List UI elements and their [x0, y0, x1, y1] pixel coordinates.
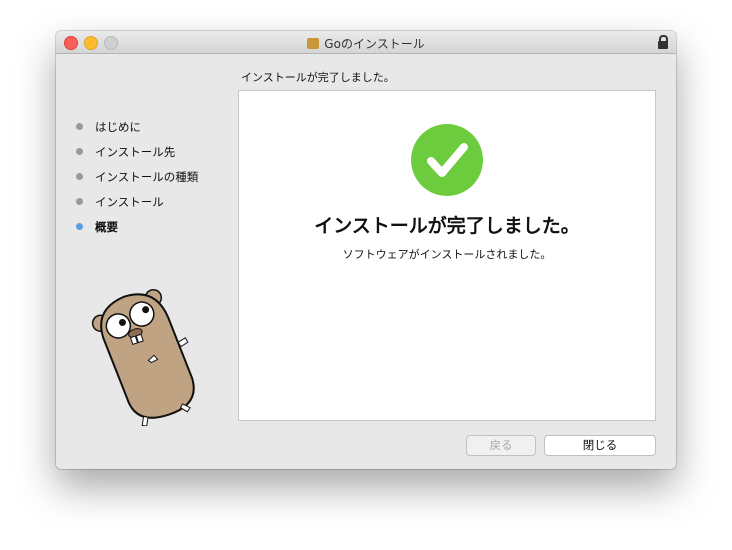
package-icon [307, 38, 320, 49]
step-label: インストール先 [95, 144, 176, 159]
installer-window: Goのインストール インストールが完了しました。 はじめに インストール先 イン… [56, 31, 676, 469]
close-button[interactable]: 閉じる [544, 435, 656, 456]
window-title: Goのインストール [324, 37, 425, 51]
gopher-mascot-icon [91, 288, 195, 426]
step-dot-icon [76, 198, 83, 205]
checkmark-icon [411, 124, 483, 196]
page-heading: インストールが完了しました。 [241, 71, 395, 84]
step-label: インストール [95, 194, 164, 209]
content-panel: インストールが完了しました。 ソフトウェアがインストールされました。 [238, 90, 656, 421]
step-dot-icon [76, 148, 83, 155]
step-label: 概要 [95, 219, 118, 234]
step-destination: インストール先 [76, 139, 198, 164]
back-button: 戻る [466, 435, 536, 456]
step-dot-icon [76, 123, 83, 130]
completion-title: インストールが完了しました。 [314, 215, 580, 237]
step-introduction: はじめに [76, 114, 198, 139]
window-title-container: Goのインストール [56, 35, 676, 52]
step-installation: インストール [76, 189, 198, 214]
step-label: はじめに [95, 119, 141, 134]
step-install-type: インストールの種類 [76, 164, 198, 189]
step-label: インストールの種類 [95, 169, 199, 184]
steps-list: はじめに インストール先 インストールの種類 インストール 概要 [76, 114, 198, 239]
completion-subtitle: ソフトウェアがインストールされました。 [342, 248, 552, 261]
lock-icon [658, 35, 668, 49]
step-dot-icon [76, 173, 83, 180]
step-dot-icon [76, 223, 83, 230]
step-summary: 概要 [76, 214, 198, 239]
title-bar: Goのインストール [56, 31, 676, 54]
